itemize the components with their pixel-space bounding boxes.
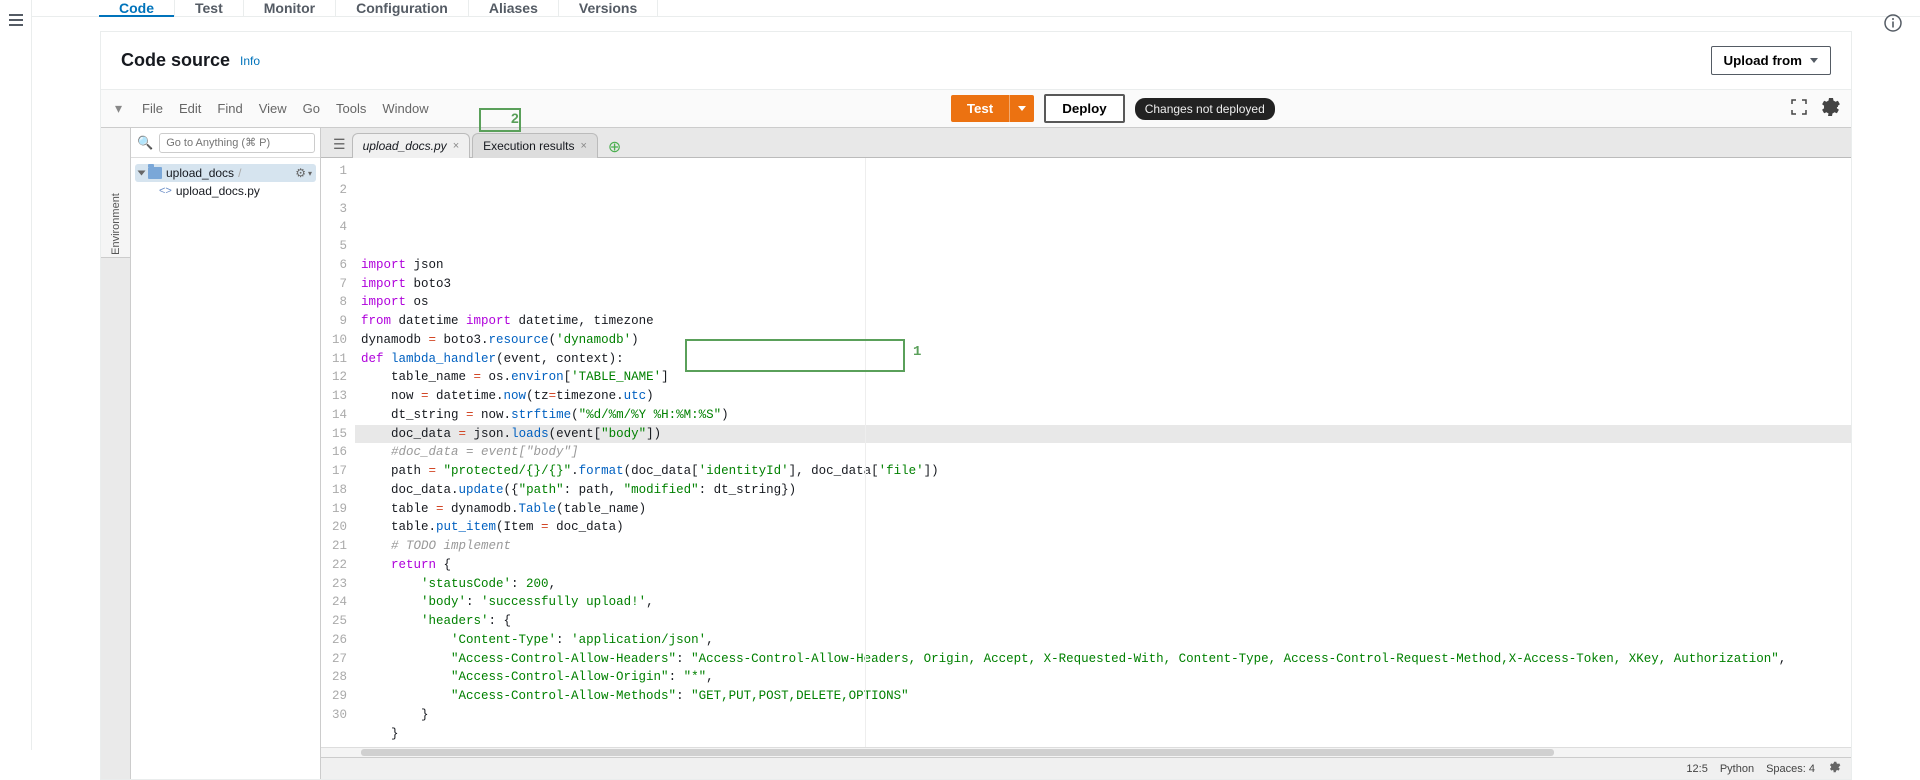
tab-code[interactable]: Code: [99, 0, 175, 16]
menu-view[interactable]: View: [253, 101, 293, 116]
folder-icon: [148, 167, 162, 179]
tab-versions[interactable]: Versions: [558, 0, 658, 16]
menu-find[interactable]: Find: [211, 101, 248, 116]
code-line[interactable]: import os: [355, 293, 1851, 312]
tab-list-icon[interactable]: ☰: [327, 132, 352, 157]
menu-file[interactable]: File: [136, 101, 169, 116]
code-line[interactable]: doc_data = json.loads(event["body"]): [355, 425, 1851, 444]
code-line[interactable]: dt_string = now.strftime("%d/%m/%Y %H:%M…: [355, 406, 1851, 425]
code-line[interactable]: import boto3: [355, 275, 1851, 294]
top-tabs: CodeTestMonitorConfigurationAliasesVersi…: [32, 0, 1920, 17]
tree-folder-row[interactable]: upload_docs / ⚙▾: [135, 164, 316, 182]
code-line[interactable]: from datetime import datetime, timezone: [355, 312, 1851, 331]
scrollbar-thumb[interactable]: [361, 749, 1554, 756]
test-dropdown-button[interactable]: [1009, 95, 1034, 122]
code-line[interactable]: now = datetime.now(tz=timezone.utc): [355, 387, 1851, 406]
close-icon[interactable]: ×: [580, 140, 586, 152]
file-icon: <>: [159, 185, 172, 197]
hamburger-icon: [9, 14, 23, 26]
code-line[interactable]: table_name = os.environ['TABLE_NAME']: [355, 368, 1851, 387]
test-button[interactable]: Test: [951, 95, 1009, 122]
side-nav-toggle[interactable]: [0, 0, 32, 750]
code-line[interactable]: "Access-Control-Allow-Methods": "GET,PUT…: [355, 687, 1851, 706]
menu-window[interactable]: Window: [376, 101, 434, 116]
settings-gear-icon[interactable]: [1817, 95, 1841, 122]
indentation-mode[interactable]: Spaces: 4: [1766, 763, 1815, 775]
close-icon[interactable]: ×: [453, 140, 459, 152]
code-line[interactable]: path = "protected/{}/{}".format(doc_data…: [355, 462, 1851, 481]
tab-aliases[interactable]: Aliases: [468, 0, 559, 16]
menu-go[interactable]: Go: [297, 101, 326, 116]
code-line[interactable]: }: [355, 725, 1851, 744]
code-line[interactable]: table = dynamodb.Table(table_name): [355, 500, 1851, 519]
search-icon: 🔍: [137, 135, 153, 151]
code-line[interactable]: dynamodb = boto3.resource('dynamodb'): [355, 331, 1851, 350]
info-icon[interactable]: [1884, 14, 1902, 35]
editor-tab-label: upload_docs.py: [363, 139, 447, 153]
editor-tab-label: Execution results: [483, 139, 574, 153]
fullscreen-icon[interactable]: [1791, 99, 1807, 118]
status-settings-icon[interactable]: [1827, 760, 1841, 777]
tree-file-row[interactable]: <> upload_docs.py: [155, 182, 316, 200]
collapse-tree-icon[interactable]: ▾: [111, 100, 126, 117]
environment-sidebar[interactable]: Environment: [101, 128, 131, 779]
menu-tools[interactable]: Tools: [330, 101, 372, 116]
code-line[interactable]: table.put_item(Item = doc_data): [355, 518, 1851, 537]
code-line[interactable]: 'headers': {: [355, 612, 1851, 631]
code-line[interactable]: 'statusCode': 200,: [355, 575, 1851, 594]
code-line[interactable]: "Access-Control-Allow-Headers": "Access-…: [355, 650, 1851, 669]
code-editor[interactable]: 1234567891011121314151617181920212223242…: [321, 158, 1851, 747]
horizontal-scrollbar[interactable]: [321, 747, 1851, 757]
tree-folder-label: upload_docs: [166, 166, 234, 180]
line-gutter: 1234567891011121314151617181920212223242…: [321, 158, 355, 747]
tab-monitor[interactable]: Monitor: [243, 0, 336, 16]
chevron-down-icon: [138, 171, 146, 176]
code-line[interactable]: def lambda_handler(event, context):: [355, 350, 1851, 369]
chevron-down-icon: [1018, 106, 1026, 111]
code-line[interactable]: import json: [355, 256, 1851, 275]
callout-2: 2: [511, 110, 519, 126]
tree-file-label: upload_docs.py: [176, 184, 260, 198]
menu-edit[interactable]: Edit: [173, 101, 207, 116]
info-link[interactable]: Info: [240, 54, 260, 68]
ruler-line: [865, 158, 866, 747]
tab-configuration[interactable]: Configuration: [335, 0, 469, 16]
deploy-button[interactable]: Deploy: [1044, 94, 1124, 123]
editor-tab[interactable]: Execution results ×: [472, 133, 598, 158]
code-line[interactable]: 'body': 'successfully upload!',: [355, 593, 1851, 612]
changes-badge: Changes not deployed: [1135, 98, 1275, 120]
chevron-down-icon: [1810, 58, 1818, 63]
new-tab-button[interactable]: ⊕: [600, 137, 629, 157]
code-line[interactable]: #doc_data = event["body"]: [355, 443, 1851, 462]
editor-tab[interactable]: upload_docs.py ×: [352, 133, 471, 158]
tab-test[interactable]: Test: [174, 0, 244, 16]
cursor-position[interactable]: 12:5: [1686, 763, 1707, 775]
code-line[interactable]: }: [355, 706, 1851, 725]
code-line[interactable]: doc_data.update({"path": path, "modified…: [355, 481, 1851, 500]
code-line[interactable]: # TODO implement: [355, 537, 1851, 556]
code-line[interactable]: 'Content-Type': 'application/json',: [355, 631, 1851, 650]
code-line[interactable]: return {: [355, 556, 1851, 575]
upload-from-button[interactable]: Upload from: [1711, 46, 1832, 75]
ide-menubar: ▾ File Edit Find View Go Tools Window Test Dep…: [101, 89, 1851, 127]
environment-label: Environment: [110, 193, 122, 255]
language-mode[interactable]: Python: [1720, 763, 1754, 775]
upload-from-label: Upload from: [1724, 53, 1803, 68]
panel-title: Code source: [121, 50, 230, 71]
go-to-anything-input[interactable]: [159, 133, 315, 153]
tree-settings-icon[interactable]: ⚙▾: [295, 166, 312, 180]
callout-1: 1: [913, 342, 921, 363]
code-line[interactable]: "Access-Control-Allow-Origin": "*",: [355, 668, 1851, 687]
